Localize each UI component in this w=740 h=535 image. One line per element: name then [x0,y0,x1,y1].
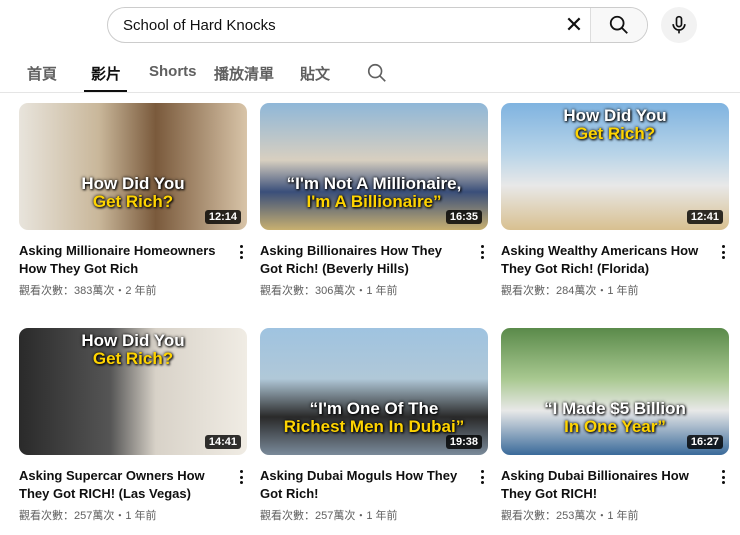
video-title[interactable]: Asking Dubai Moguls How They Got Rich! [260,467,460,503]
video-meta: 觀看次數：257萬次・1 年前 [19,510,157,522]
channel-search-icon[interactable] [366,62,388,84]
tab-videos[interactable]: 影片 [91,63,121,84]
voice-search-button[interactable] [661,7,697,43]
more-options-icon[interactable] [235,468,247,486]
tab-posts[interactable]: 貼文 [300,63,330,84]
thumbnail-overlay-text: “I'm One Of The Richest Men In Dubai” [283,399,465,436]
thumbnail-overlay-text: “I Made $5 Billion In One Year” [544,399,686,436]
video-title[interactable]: Asking Billionaires How They Got Rich! (… [260,242,460,278]
thumbnail-overlay-text: How Did You Get Rich? [563,106,667,143]
video-title[interactable]: Asking Supercar Owners How They Got RICH… [19,467,219,503]
video-title[interactable]: Asking Millionaire Homeowners How They G… [19,242,219,278]
more-options-icon[interactable] [235,243,247,261]
video-title[interactable]: Asking Wealthy Americans How They Got Ri… [501,242,701,278]
video-meta: 觀看次數：253萬次・1 年前 [501,510,639,522]
video-card[interactable]: How Did You Get Rich? 12:41 Asking Wealth… [501,103,729,298]
active-tab-indicator [84,90,127,92]
microphone-icon [672,15,686,34]
more-options-icon[interactable] [476,468,488,486]
duration-badge: 12:14 [204,210,241,224]
more-options-icon[interactable] [717,468,729,486]
duration-badge: 19:38 [445,435,482,449]
video-thumbnail[interactable]: How Did You Get Rich? 12:41 [501,103,729,230]
video-meta: 觀看次數：284萬次・1 年前 [501,285,639,297]
video-title[interactable]: Asking Dubai Billionaires How They Got R… [501,467,701,503]
video-meta: 觀看次數：383萬次・2 年前 [19,285,157,297]
tab-shorts[interactable]: Shorts [149,63,197,80]
clear-search-icon[interactable]: ✕ [558,12,590,38]
duration-badge: 12:41 [686,210,723,224]
duration-badge: 14:41 [204,435,241,449]
search-icon [609,15,628,34]
search-button[interactable] [590,8,647,42]
video-thumbnail[interactable]: “I'm Not A Millionaire, I'm A Billionaire… [260,103,488,230]
more-options-icon[interactable] [476,243,488,261]
search-box[interactable]: School of Hard Knocks ✕ [107,7,648,43]
video-card[interactable]: How Did You Get Rich? 12:14 Asking Millio… [19,103,247,298]
video-thumbnail[interactable]: “I'm One Of The Richest Men In Dubai” 19:… [260,328,488,455]
video-card[interactable]: How Did You Get Rich? 14:41 Asking Superc… [19,328,247,523]
video-meta: 觀看次數：257萬次・1 年前 [260,510,398,522]
duration-badge: 16:27 [686,435,723,449]
tab-playlists[interactable]: 播放清單 [214,63,274,84]
channel-tabs: 首頁 影片 Shorts 播放清單 貼文 [0,57,740,93]
video-card[interactable]: “I Made $5 Billion In One Year” 16:27 Ask… [501,328,729,523]
video-thumbnail[interactable]: “I Made $5 Billion In One Year” 16:27 [501,328,729,455]
thumbnail-overlay-text: How Did You Get Rich? [81,174,185,211]
thumbnail-overlay-text: “I'm Not A Millionaire, I'm A Billionaire… [286,174,462,211]
video-meta: 觀看次數：306萬次・1 年前 [260,285,398,297]
tab-home[interactable]: 首頁 [27,63,57,84]
video-card[interactable]: “I'm Not A Millionaire, I'm A Billionaire… [260,103,488,298]
duration-badge: 16:35 [445,210,482,224]
search-input[interactable]: School of Hard Knocks [108,17,558,34]
video-thumbnail[interactable]: How Did You Get Rich? 14:41 [19,328,247,455]
video-card[interactable]: “I'm One Of The Richest Men In Dubai” 19:… [260,328,488,523]
thumbnail-overlay-text: How Did You Get Rich? [81,331,185,368]
video-thumbnail[interactable]: How Did You Get Rich? 12:14 [19,103,247,230]
more-options-icon[interactable] [717,243,729,261]
